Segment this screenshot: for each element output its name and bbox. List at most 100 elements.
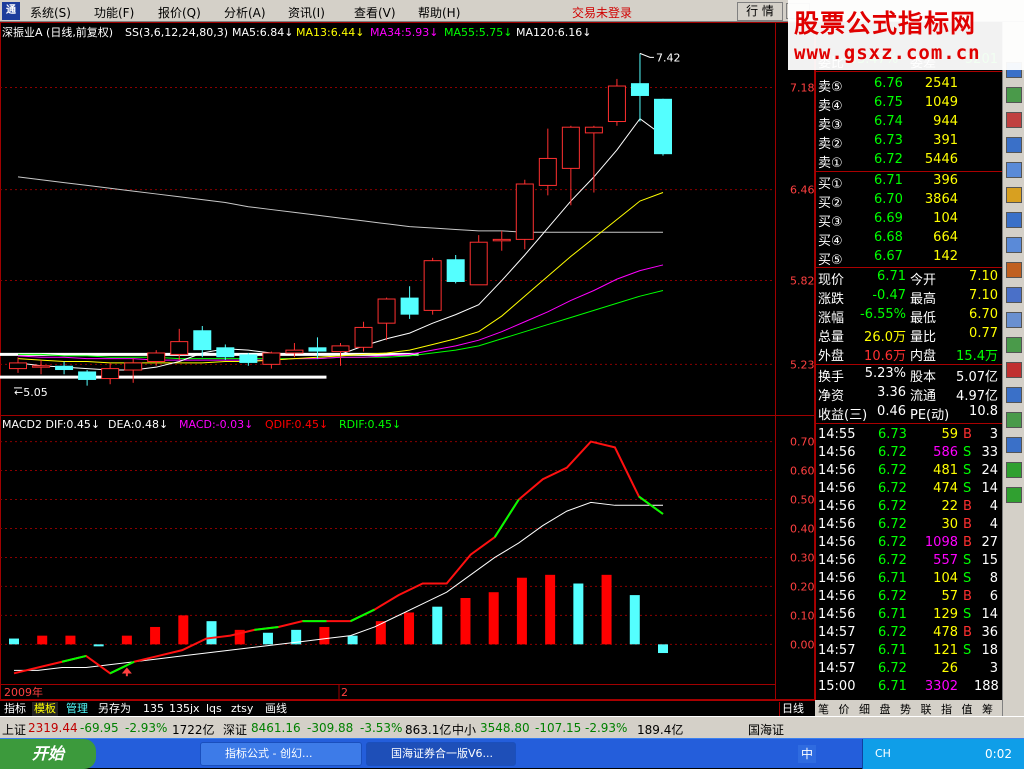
tick-volume: 59	[941, 427, 958, 442]
tab-template[interactable]: 模板	[32, 702, 58, 716]
task-broker-window[interactable]: 国海证券合一版V6...	[366, 742, 516, 766]
bid-volume: 142	[933, 249, 958, 264]
macd-tick-label: 0.50	[790, 494, 815, 507]
tick-direction: S	[963, 463, 972, 478]
stat-value: -6.55%	[860, 307, 906, 322]
toolbar-tool-icon[interactable]	[1006, 187, 1022, 203]
toolbar-tool-icon[interactable]	[1006, 462, 1022, 478]
macd-label-1: DEA:0.48↓	[108, 418, 168, 431]
menu-info[interactable]: 资讯(I)	[288, 4, 325, 21]
stat-value: 7.10	[969, 288, 998, 303]
toolbar-tool-icon[interactable]	[1006, 112, 1022, 128]
detail-tab-7[interactable]: 值	[962, 701, 973, 717]
candle-body	[446, 259, 465, 282]
language-indicator[interactable]: CH	[875, 747, 891, 760]
stat-value: 7.10	[969, 269, 998, 284]
tab-lqs[interactable]: lqs	[204, 702, 224, 716]
bid-price: 6.70	[874, 192, 903, 207]
toolbar-tool-icon[interactable]	[1006, 212, 1022, 228]
tick-price: 6.71	[878, 679, 907, 694]
detail-tab-6[interactable]: 指	[941, 701, 952, 717]
ma-label-ma55: MA55:5.75↓	[444, 26, 512, 39]
period-label[interactable]: 日线	[779, 702, 806, 716]
tick-row: 14:56 6.71 129 S 14	[816, 606, 1003, 625]
fundamental-row: 换手 5.23% 股本 5.07亿	[816, 365, 1003, 385]
detail-tab-8[interactable]: 筹	[982, 701, 993, 717]
tab-ztsy[interactable]: ztsy	[229, 702, 255, 716]
trade-login-status[interactable]: 交易未登录	[572, 4, 632, 21]
detail-tab-3[interactable]: 盘	[880, 701, 891, 717]
tick-price: 6.72	[878, 553, 907, 568]
tick-price: 6.72	[878, 463, 907, 478]
kline-chart[interactable]: 7.18 6.46 5.82 5.23 7.42 ←5.05 深振业A (日线,前复权) SS…	[0, 22, 815, 700]
index-ticker: 上证 2319.44 -69.95 -2.93% 1722亿 深证 8461.1…	[0, 716, 1024, 738]
toolbar-tool-icon[interactable]	[1006, 387, 1022, 403]
tab-135jx[interactable]: 135jx	[167, 702, 202, 716]
tick-price: 6.72	[878, 589, 907, 604]
toolbar-tool-icon[interactable]	[1006, 237, 1022, 253]
menu-function[interactable]: 功能(F)	[94, 4, 134, 21]
toolbar-tool-icon[interactable]	[1006, 337, 1022, 353]
menu-system[interactable]: 系统(S)	[30, 4, 71, 21]
tick-count: 24	[981, 463, 998, 478]
dif-green-segment	[493, 498, 520, 538]
tick-row: 14:56 6.72 481 S 24	[816, 462, 1003, 481]
toolbar-tool-icon[interactable]	[1006, 487, 1022, 503]
menu-quote[interactable]: 报价(Q)	[158, 4, 201, 21]
candle-body	[55, 365, 74, 371]
candle-body	[124, 362, 143, 371]
tick-price: 6.72	[878, 517, 907, 532]
detail-tab-0[interactable]: 笔	[818, 701, 829, 717]
sh-value: 2319.44	[28, 721, 78, 735]
quote-button[interactable]: 行 情	[737, 2, 783, 21]
stat-label: 外盘	[818, 349, 845, 364]
sh-label: 上证	[2, 723, 27, 737]
tick-row: 14:57 6.72 26 3	[816, 660, 1003, 679]
tab-manage[interactable]: 管理	[64, 702, 90, 716]
bid-row: 买① 6.71 396	[816, 172, 1003, 192]
sz-percent: -3.53%	[360, 721, 403, 735]
toolbar-tool-icon[interactable]	[1006, 87, 1022, 103]
detail-tab-5[interactable]: 联	[921, 701, 932, 717]
ime-indicator[interactable]: 中	[798, 745, 816, 763]
tick-time: 14:56	[818, 445, 856, 460]
price-tick-label: 5.23	[790, 358, 815, 371]
tick-volume: 30	[941, 517, 958, 532]
tick-direction: S	[963, 481, 972, 496]
toolbar-tool-icon[interactable]	[1006, 412, 1022, 428]
high-label: 7.42	[656, 51, 681, 64]
menu-help[interactable]: 帮助(H)	[418, 4, 460, 21]
detail-tab-1[interactable]: 价	[839, 701, 850, 717]
tab-draw[interactable]: 画线	[263, 702, 289, 716]
toolbar-tool-icon[interactable]	[1006, 312, 1022, 328]
macd-bar	[432, 606, 443, 645]
toolbar-tool-icon[interactable]	[1006, 362, 1022, 378]
zx-amount: 189.4亿	[637, 723, 684, 737]
menu-view[interactable]: 查看(V)	[354, 4, 396, 21]
toolbar-tool-icon[interactable]	[1006, 262, 1022, 278]
bid-row: 买③ 6.69 104	[816, 210, 1003, 230]
detail-tab-4[interactable]: 势	[900, 701, 911, 717]
toolbar-tool-icon[interactable]	[1006, 162, 1022, 178]
start-button[interactable]: 开始	[0, 739, 96, 769]
task-formula-window[interactable]: 指标公式 - 创幻...	[200, 742, 362, 766]
macd-bar	[545, 574, 556, 645]
toolbar-tool-icon[interactable]	[1006, 287, 1022, 303]
toolbar-tool-icon[interactable]	[1006, 137, 1022, 153]
macd-label-2: MACD:-0.03↓	[179, 418, 253, 431]
price-tick-label: 6.46	[790, 184, 815, 197]
stat-value: -0.47	[872, 288, 906, 303]
tick-time: 14:56	[818, 517, 856, 532]
macd-tick-label: 0.30	[790, 551, 815, 564]
toolbar-tool-icon[interactable]	[1006, 437, 1022, 453]
tick-count: 3	[989, 427, 998, 442]
ask-volume: 944	[933, 114, 958, 129]
zx-change: -107.15	[535, 721, 582, 735]
tab-save-as[interactable]: 另存为	[96, 702, 133, 716]
tab-indicator[interactable]: 指标	[2, 702, 28, 716]
ask-price: 6.72	[874, 152, 903, 167]
menu-analysis[interactable]: 分析(A)	[224, 4, 266, 21]
tab-135[interactable]: 135	[141, 702, 166, 716]
tick-count: 8	[989, 571, 998, 586]
detail-tab-2[interactable]: 细	[859, 701, 870, 717]
